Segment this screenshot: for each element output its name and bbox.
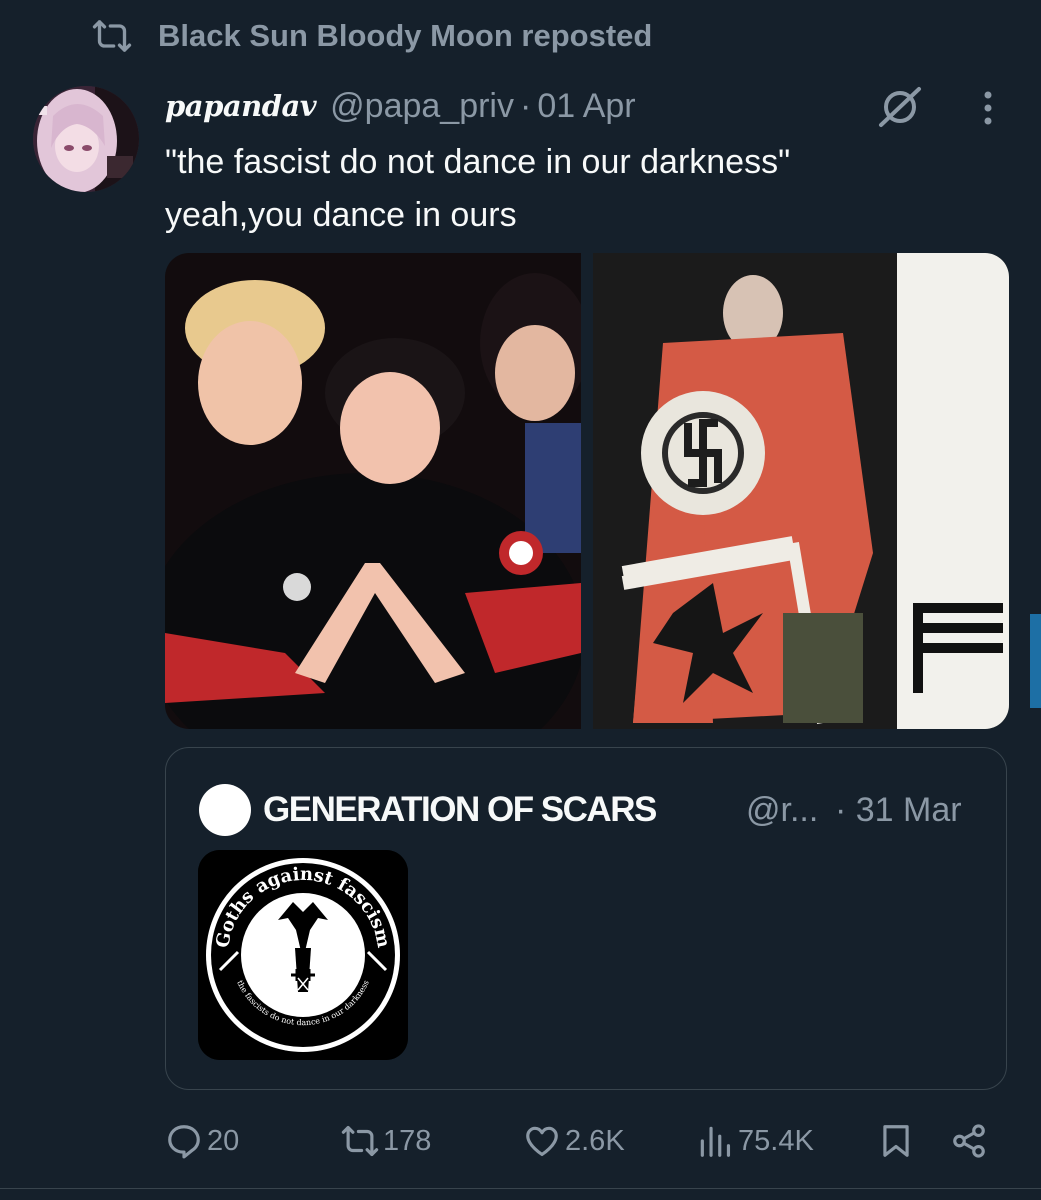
share-icon <box>953 1124 985 1158</box>
like-button[interactable]: 2.6K <box>523 1116 625 1166</box>
share-button[interactable] <box>950 1116 988 1166</box>
views-icon <box>700 1126 731 1157</box>
reply-icon <box>168 1125 200 1159</box>
tweet-text: "the fascist do not dance in our darknes… <box>165 136 985 242</box>
tweet-media <box>165 253 1009 729</box>
repost-indicator[interactable]: Black Sun Bloody Moon reposted <box>92 14 652 58</box>
tweet-text-line: "the fascist do not dance in our darknes… <box>165 143 791 181</box>
tweet-date[interactable]: 01 Apr <box>537 87 635 126</box>
media-photo-left[interactable] <box>165 253 581 729</box>
quoted-tweet[interactable]: GENERATION OF SCARS @r... · 31 Mar Goths… <box>165 747 1007 1090</box>
grok-icon[interactable] <box>875 85 925 129</box>
media-photo-right[interactable] <box>593 253 1009 729</box>
tweet-text-line: yeah,you dance in ours <box>165 196 517 234</box>
separator-dot: · <box>520 86 532 125</box>
bookmark-button[interactable] <box>877 1116 915 1166</box>
tweet-header: papandav @papa_priv · 01 Apr <box>165 84 636 128</box>
views-button[interactable]: 75.4K <box>696 1116 814 1166</box>
divider <box>0 1188 1041 1189</box>
views-count: 75.4K <box>738 1124 814 1157</box>
repost-count: 178 <box>383 1124 432 1157</box>
photo-left-image <box>165 253 581 729</box>
repost-text[interactable]: Black Sun Bloody Moon reposted <box>158 18 652 54</box>
repost-icon <box>92 20 132 52</box>
quote-author-handle[interactable]: @r... <box>746 784 818 836</box>
quote-media-thumbnail[interactable]: Goths against fascism the fascists do no… <box>198 850 408 1060</box>
goths-against-fascism-logo: Goths against fascism the fascists do no… <box>198 850 408 1060</box>
author-handle[interactable]: @papa_priv <box>330 87 514 126</box>
more-options-icon[interactable] <box>968 88 1008 128</box>
avatar-image <box>33 86 139 192</box>
action-bar: 20 178 2.6K 75.4K <box>165 1116 995 1166</box>
like-count: 2.6K <box>565 1124 625 1157</box>
quote-author-name[interactable]: GENERATION OF SCARS <box>263 784 657 836</box>
repost-icon <box>341 1125 379 1157</box>
reply-count: 20 <box>207 1124 240 1157</box>
heart-icon <box>526 1126 558 1157</box>
author-avatar[interactable] <box>33 86 139 192</box>
bookmark-icon <box>883 1125 909 1157</box>
scroll-indicator[interactable] <box>1030 614 1041 708</box>
quote-avatar[interactable] <box>199 784 251 836</box>
quote-date[interactable]: · 31 Mar <box>835 784 962 836</box>
reply-button[interactable]: 20 <box>165 1116 239 1166</box>
author-name[interactable]: papandav <box>165 89 317 123</box>
repost-button[interactable]: 178 <box>341 1116 431 1166</box>
photo-right-image <box>593 253 1009 729</box>
